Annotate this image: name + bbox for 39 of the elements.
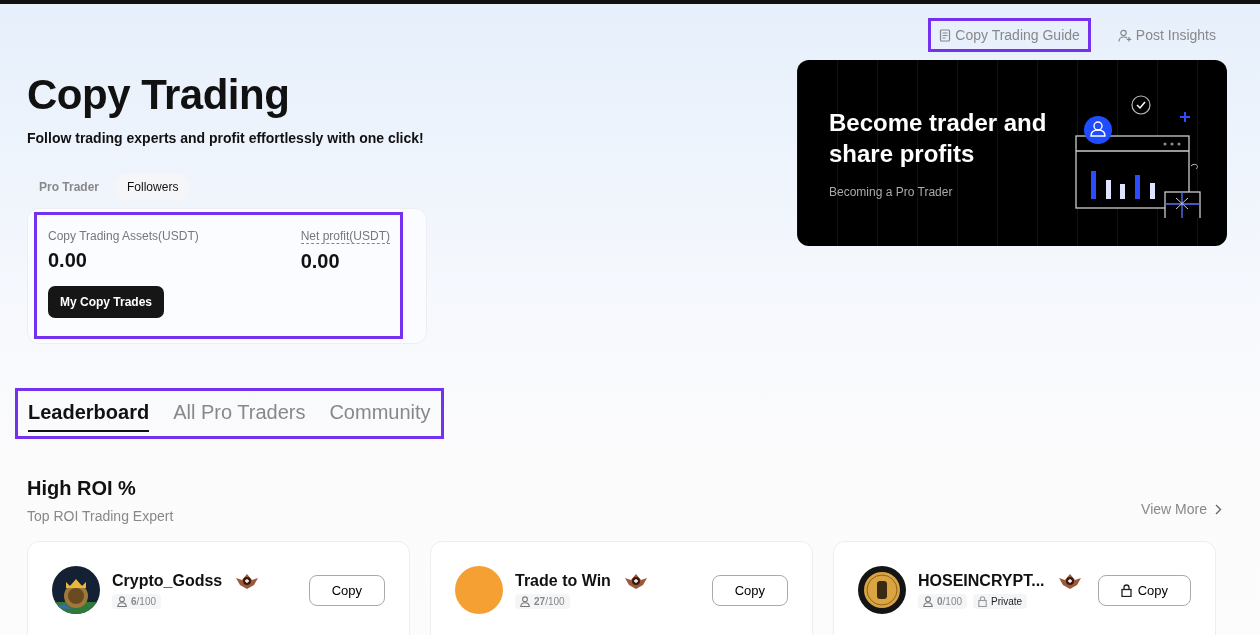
section-title: High ROI % bbox=[27, 477, 137, 500]
trader-card[interactable]: Crypto_Godss 6/100 Copy bbox=[27, 541, 410, 635]
view-more-link[interactable]: View More bbox=[1141, 501, 1222, 517]
follower-count: 6/100 bbox=[112, 593, 162, 609]
private-tag: Private bbox=[973, 593, 1028, 609]
banner-subtitle: Becoming a Pro Trader bbox=[829, 184, 953, 199]
trader-name[interactable]: HOSEINCRYPT... bbox=[918, 571, 1045, 590]
trader-card[interactable]: HOSEINCRYPT... 0/100 Private Copy bbox=[833, 541, 1216, 635]
assets-label: Copy Trading Assets(USDT) bbox=[48, 229, 199, 243]
rank-badge-icon bbox=[624, 572, 647, 589]
copy-button[interactable]: Copy bbox=[308, 574, 385, 606]
copy-button[interactable]: Copy bbox=[1097, 574, 1191, 606]
page-subtitle: Follow trading experts and profit effortlessly with one click! bbox=[27, 130, 425, 146]
user-icon bbox=[923, 595, 933, 607]
assets-value: 0.00 bbox=[48, 249, 88, 272]
document-icon bbox=[939, 28, 952, 42]
lock-icon bbox=[1120, 583, 1132, 597]
trader-name[interactable]: Crypto_Godss bbox=[112, 571, 223, 590]
copy-button[interactable]: Copy bbox=[711, 574, 788, 606]
follower-count: 27/100 bbox=[515, 593, 570, 609]
chevron-right-icon bbox=[1215, 503, 1222, 515]
promo-banner[interactable]: Become trader and share profits Becoming a Pro Trader bbox=[797, 60, 1227, 246]
profit-value: 0.00 bbox=[300, 250, 341, 273]
page-title: Copy Trading bbox=[27, 70, 291, 120]
lock-icon bbox=[978, 595, 988, 607]
add-user-icon bbox=[1117, 28, 1132, 42]
profit-label[interactable]: Net profit(USDT) bbox=[300, 229, 390, 244]
user-icon bbox=[117, 595, 127, 607]
rank-badge-icon bbox=[1058, 572, 1081, 589]
trader-card[interactable]: Trade to Win 27/100 Copy bbox=[430, 541, 813, 635]
my-copy-trades-button[interactable]: My Copy Trades bbox=[48, 286, 165, 318]
section-tab[interactable]: Leaderboard bbox=[28, 401, 150, 432]
user-icon bbox=[520, 595, 530, 607]
rank-badge-icon bbox=[236, 572, 259, 589]
banner-title: Become trader and share profits bbox=[829, 107, 1048, 169]
follower-count: 0/100 bbox=[918, 593, 968, 609]
role-tab[interactable]: Followers bbox=[115, 174, 191, 200]
trader-name[interactable]: Trade to Win bbox=[515, 571, 611, 590]
section-subtitle: Top ROI Trading Expert bbox=[27, 508, 174, 524]
